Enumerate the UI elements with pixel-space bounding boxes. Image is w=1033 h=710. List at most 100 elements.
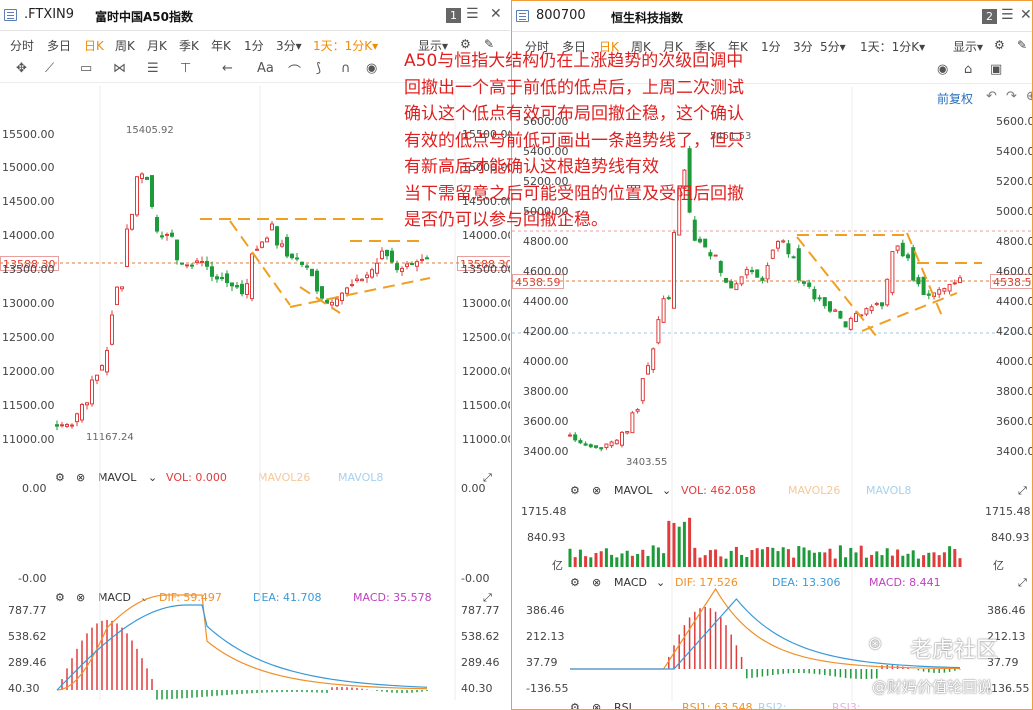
candle-body — [395, 263, 399, 271]
candle-body — [350, 284, 354, 287]
volume-bar — [937, 555, 941, 567]
candle-body — [952, 282, 957, 285]
axis-tick-label: 4400.00 — [523, 295, 569, 308]
candle-body — [375, 262, 379, 274]
volume-bar — [781, 547, 785, 567]
watermark-brand: 老虎社区 — [910, 638, 999, 663]
analysis-annotation: A50与恒指大结构仍在上涨趋势的次级回调中 回撤出一个高于前低的低点后，上周二次… — [404, 51, 744, 230]
candle-body — [807, 282, 812, 287]
axis-tick-label: 4800.00 — [523, 235, 569, 248]
axis-tick-label: 3400.00 — [996, 445, 1032, 458]
axis-tick-label: 15000.00 — [2, 161, 55, 174]
candle-body — [635, 409, 640, 412]
candle-body — [330, 301, 334, 306]
candle-body — [666, 297, 671, 300]
candle-body — [703, 238, 708, 248]
candle-body — [335, 298, 339, 307]
volume-bar — [568, 548, 572, 567]
volume-bar — [714, 549, 718, 567]
volume-bar — [719, 556, 723, 567]
candle-body — [305, 265, 309, 268]
volume-bar — [812, 552, 816, 567]
volume-bar — [901, 555, 905, 567]
candle-body — [170, 232, 174, 237]
candle-body — [230, 282, 234, 287]
axis-tick-label: 13500.00 — [462, 263, 510, 276]
candle-body — [812, 289, 817, 300]
candle-body — [190, 264, 194, 267]
candle-body — [770, 249, 775, 259]
candle-body — [599, 447, 604, 450]
candle-body — [630, 412, 635, 434]
candle-body — [130, 213, 134, 230]
dea-line — [570, 598, 961, 670]
candle-body — [185, 264, 189, 267]
candle-body — [355, 278, 359, 281]
candle-body — [120, 286, 124, 290]
volume-bar — [760, 549, 764, 567]
candle-body — [135, 176, 139, 216]
candle-body — [360, 278, 364, 282]
candle-body — [315, 270, 319, 292]
candle-body — [115, 286, 119, 306]
volume-bar — [599, 551, 603, 567]
candle-body — [180, 262, 184, 265]
volume-bar — [792, 557, 796, 567]
volume-bar — [849, 547, 853, 567]
axis-tick-label: 787.77 — [461, 604, 500, 617]
candle-body — [410, 263, 414, 266]
volume-bar — [776, 551, 780, 567]
candle-body — [651, 348, 656, 370]
volume-bar — [880, 555, 884, 567]
volume-bar — [594, 552, 598, 567]
volume-bar — [578, 549, 582, 567]
candle-body — [160, 235, 164, 238]
volume-bar — [911, 550, 915, 567]
axis-tick-label: 3600.00 — [523, 415, 569, 428]
volume-bar — [734, 546, 738, 567]
candle-body — [140, 173, 144, 179]
volume-bar — [636, 554, 640, 567]
axis-tick-label: 4600.00 — [523, 265, 569, 278]
volume-bar — [698, 557, 702, 567]
candle-body — [55, 424, 59, 427]
candle-body — [420, 258, 424, 261]
candle-body — [750, 269, 754, 273]
candle-body — [205, 261, 209, 267]
axis-tick-label: 538.62 — [8, 630, 47, 643]
candle-body — [895, 245, 900, 251]
candle-body — [724, 277, 728, 283]
candle-body — [370, 269, 374, 278]
candle-body — [880, 302, 884, 307]
candle-body — [125, 228, 129, 267]
candle-body — [640, 378, 645, 402]
axis-tick-label: 12000.00 — [2, 365, 55, 378]
volume-bar — [833, 558, 837, 567]
volume-bar — [610, 554, 614, 567]
axis-tick-label: 289.46 — [461, 656, 500, 669]
axis-tick-label: 4800.00 — [996, 235, 1032, 248]
axis-tick-label: 13000.00 — [462, 297, 510, 310]
volume-bar — [745, 557, 749, 567]
candle-body — [400, 267, 404, 272]
volume-bar — [750, 550, 754, 567]
candle-body — [838, 311, 843, 319]
candle-body — [713, 254, 718, 257]
candle-body — [95, 374, 99, 381]
axis-tick-label: 14500.00 — [2, 195, 55, 208]
candle-body — [75, 413, 79, 423]
candle-body — [245, 283, 249, 295]
candle-body — [796, 248, 801, 281]
axis-tick-label: 12500.00 — [462, 331, 510, 344]
candle-body — [776, 240, 780, 249]
candle-body — [290, 253, 294, 259]
axis-tick-label: 40.30 — [461, 682, 493, 695]
candle-body — [890, 251, 895, 294]
candle-body — [874, 302, 879, 305]
volume-bar — [682, 521, 686, 567]
candle-body — [760, 277, 765, 281]
volume-bar — [927, 552, 931, 567]
candle-body — [646, 365, 650, 375]
axis-tick-label: 3800.00 — [996, 385, 1032, 398]
candle-body — [604, 443, 609, 449]
